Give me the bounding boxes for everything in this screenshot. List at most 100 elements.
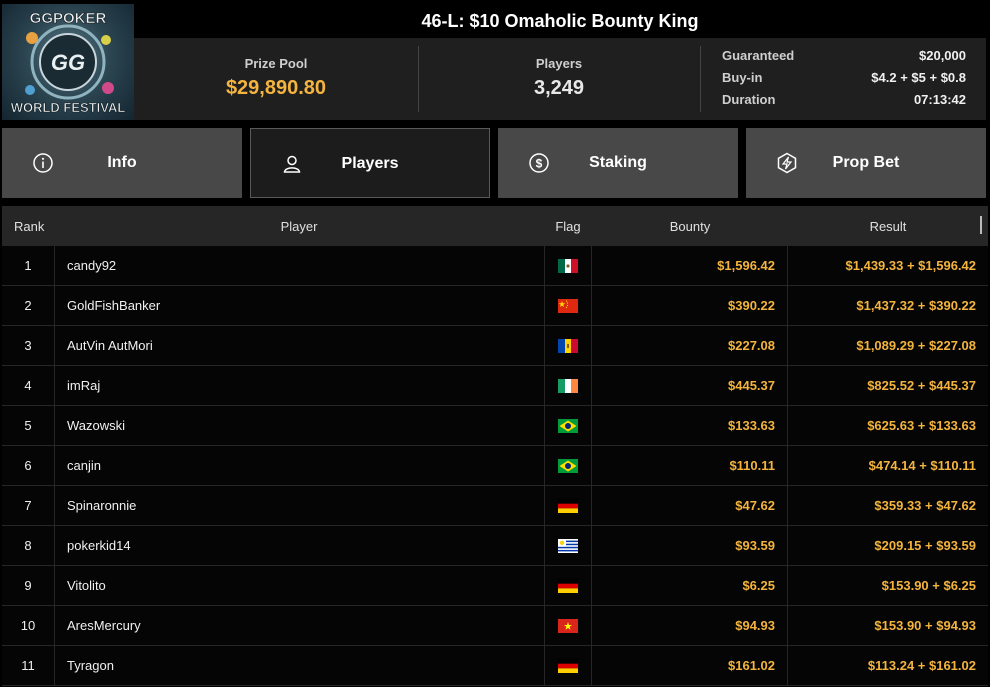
table-row[interactable]: 4 imRaj $445.37 $825.52 + $445.37 [2, 366, 988, 406]
country-flag-cn-icon [558, 298, 578, 313]
bounty-cell: $47.62 [592, 486, 788, 525]
bounty-cell: $1,596.42 [592, 246, 788, 285]
prize-pool-label: Prize Pool [244, 56, 308, 71]
stat-divider [700, 46, 701, 112]
bounty-cell: $445.37 [592, 366, 788, 405]
bounty-cell: $161.02 [592, 646, 788, 685]
detail-value: $4.2 + $5 + $0.8 [871, 70, 966, 85]
flag-cell [544, 406, 592, 445]
table-row[interactable]: 11 Tyragon $161.02 $113.24 + $161.02 [2, 646, 988, 686]
player-name-cell[interactable]: Tyragon [54, 646, 544, 685]
prize-pool-value: $29,890.80 [225, 77, 327, 99]
result-cell: $153.90 + $6.25 [881, 578, 976, 593]
table-row[interactable]: 3 AutVin AutMori $227.08 $1,089.29 + $227.0… [2, 326, 988, 366]
result-cell: $1,089.29 + $227.08 [856, 338, 976, 353]
tab-prop-bet[interactable]: Prop Bet [746, 128, 986, 198]
flag-cell [544, 286, 592, 325]
bounty-cell: $227.08 [592, 326, 788, 365]
logo-bottom-text: WORLD FESTIVAL [11, 100, 126, 115]
result-cell: $825.52 + $445.37 [867, 378, 976, 393]
tab-bar: Info Players $ Staking Prop Bet [0, 128, 990, 198]
rank-cell: 3 [24, 338, 32, 353]
tab-staking[interactable]: $ Staking [498, 128, 738, 198]
country-flag-de-icon [558, 658, 578, 673]
bounty-cell: $93.59 [592, 526, 788, 565]
tournament-stats: Prize Pool $29,890.80 Players 3,249 Guar… [134, 38, 986, 120]
player-name-cell[interactable]: candy92 [54, 246, 544, 285]
flag-cell [544, 246, 592, 285]
rank-cell: 9 [24, 578, 32, 593]
tournament-title: 46-L: $10 Omaholic Bounty King [134, 4, 986, 38]
rank-cell: 1 [24, 258, 32, 273]
rank-cell: 2 [24, 298, 32, 313]
tournament-header: GG GGPOKER WORLD FESTIVAL 46-L: $10 Omah… [0, 0, 990, 122]
result-cell: $209.15 + $93.59 [874, 538, 976, 553]
country-flag-md-icon [558, 338, 578, 353]
scrollbar[interactable] [980, 216, 982, 234]
header-bounty[interactable]: Bounty [592, 206, 788, 246]
players-count-label: Players [535, 56, 583, 71]
ggpoker-world-festival-logo: GG GGPOKER WORLD FESTIVAL [2, 4, 134, 120]
country-flag-vn-icon [558, 618, 578, 633]
tab-label: Info [107, 154, 137, 171]
tab-info[interactable]: Info [2, 128, 242, 198]
table-row[interactable]: 1 candy92 $1,596.42 $1,439.33 + $1,596.42 [2, 246, 988, 286]
table-row[interactable]: 5 Wazowski $133.63 $625.63 + $133.63 [2, 406, 988, 446]
bounty-cell: $94.93 [592, 606, 788, 645]
detail-value: 07:13:42 [913, 92, 966, 107]
result-cell: $625.63 + $133.63 [867, 418, 976, 433]
rank-cell: 10 [20, 618, 36, 633]
flag-cell [544, 646, 592, 685]
players-stat: Players 3,249 [418, 38, 700, 120]
player-name-cell[interactable]: Spinaronnie [54, 486, 544, 525]
header-rank[interactable]: Rank [2, 206, 54, 246]
tab-label: Staking [589, 154, 647, 171]
detail-value: $20,000 [919, 48, 966, 63]
detail-duration: Duration 07:13:42 [722, 92, 966, 114]
svg-text:GG: GG [51, 50, 85, 75]
player-name-cell[interactable]: canjin [54, 446, 544, 485]
result-cell: $153.90 + $94.93 [874, 618, 976, 633]
rank-cell: 7 [24, 498, 32, 513]
result-cell: $474.14 + $110.11 [868, 458, 976, 473]
header-player[interactable]: Player [54, 206, 544, 246]
country-flag-ie-icon [558, 378, 578, 393]
flag-cell [544, 526, 592, 565]
table-header: Rank Player Flag Bounty Result [2, 206, 988, 246]
header-flag[interactable]: Flag [544, 206, 592, 246]
table-row[interactable]: 7 Spinaronnie $47.62 $359.33 + $47.62 [2, 486, 988, 526]
header-result[interactable]: Result [788, 206, 988, 246]
result-cell: $1,439.33 + $1,596.42 [845, 258, 976, 273]
flag-cell [544, 606, 592, 645]
tab-label: Players [341, 155, 399, 172]
tab-label: Prop Bet [832, 154, 900, 171]
table-row[interactable]: 6 canjin $110.11 $474.14 + $110.11 [2, 446, 988, 486]
result-cell: $359.33 + $47.62 [874, 498, 976, 513]
table-row[interactable]: 9 Vitolito $6.25 $153.90 + $6.25 [2, 566, 988, 606]
player-name-cell[interactable]: GoldFishBanker [54, 286, 544, 325]
player-name-cell[interactable]: pokerkid14 [54, 526, 544, 565]
result-cell: $1,437.32 + $390.22 [856, 298, 976, 313]
rank-cell: 4 [24, 378, 32, 393]
player-name-cell[interactable]: Wazowski [54, 406, 544, 445]
tab-players[interactable]: Players [250, 128, 490, 198]
table-row[interactable]: 2 GoldFishBanker $390.22 $1,437.32 + $390.2… [2, 286, 988, 326]
table-row[interactable]: 10 AresMercury $94.93 $153.90 + $94.93 [2, 606, 988, 646]
country-flag-br-icon [558, 458, 578, 473]
detail-label: Buy-in [722, 70, 763, 85]
country-flag-mx-icon [558, 258, 578, 273]
player-name-cell[interactable]: imRaj [54, 366, 544, 405]
flag-cell [544, 326, 592, 365]
player-name-cell[interactable]: AresMercury [54, 606, 544, 645]
rank-cell: 11 [21, 658, 35, 673]
detail-label: Duration [722, 92, 776, 107]
detail-guaranteed: Guaranteed $20,000 [722, 48, 966, 70]
table-row[interactable]: 8 pokerkid14 $93.59 $209.15 + $93.59 [2, 526, 988, 566]
players-count-value: 3,249 [533, 77, 585, 99]
bounty-cell: $390.22 [592, 286, 788, 325]
player-name-cell[interactable]: Vitolito [54, 566, 544, 605]
logo-top-text: GGPOKER [30, 10, 107, 27]
player-name-cell[interactable]: AutVin AutMori [54, 326, 544, 365]
tournament-details: Guaranteed $20,000 Buy-in $4.2 + $5 + $0… [722, 48, 966, 114]
rank-cell: 6 [24, 458, 32, 473]
